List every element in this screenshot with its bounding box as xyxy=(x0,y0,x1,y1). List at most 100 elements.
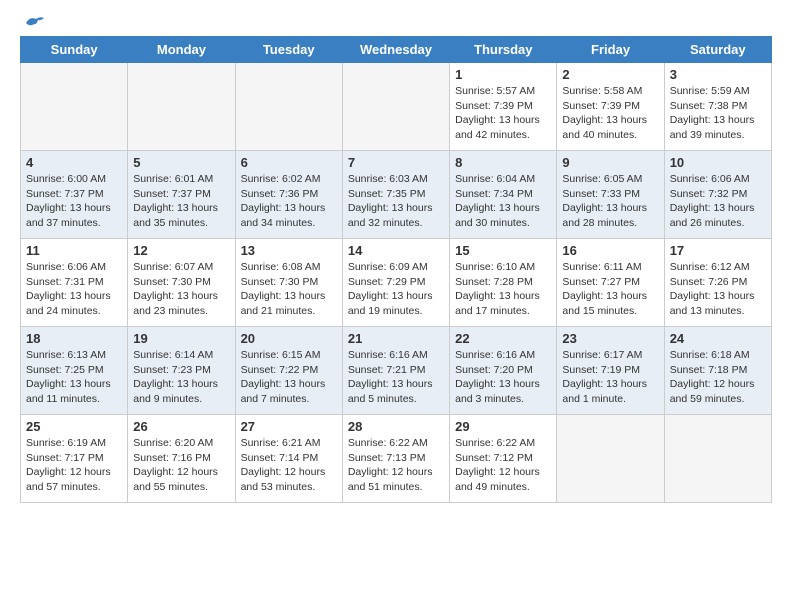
logo-bird-icon xyxy=(22,14,44,32)
calendar-week-row: 25 Sunrise: 6:19 AM Sunset: 7:17 PM Dayli… xyxy=(21,415,772,503)
calendar-cell: 12Sunrise: 6:07 AM Sunset: 7:30 PM Dayli… xyxy=(128,239,235,327)
day-info: Sunrise: 6:22 AM Sunset: 7:13 PM Dayligh… xyxy=(348,436,444,495)
day-info: Sunrise: 6:19 AM Sunset: 7:17 PM Dayligh… xyxy=(26,436,122,495)
calendar-cell: 23 Sunrise: 6:17 AM Sunset: 7:19 PM Dayli… xyxy=(557,327,664,415)
calendar-cell xyxy=(21,63,128,151)
day-info: Sunrise: 6:00 AM Sunset: 7:37 PM Dayligh… xyxy=(26,172,122,231)
day-info: Sunrise: 6:04 AM Sunset: 7:34 PM Dayligh… xyxy=(455,172,551,231)
calendar-cell: 10Sunrise: 6:06 AM Sunset: 7:32 PM Dayli… xyxy=(664,151,771,239)
day-number: 8 xyxy=(455,155,551,170)
day-info: Sunrise: 6:02 AM Sunset: 7:36 PM Dayligh… xyxy=(241,172,337,231)
day-number: 5 xyxy=(133,155,229,170)
day-info: Sunrise: 6:09 AM Sunset: 7:29 PM Dayligh… xyxy=(348,260,444,319)
day-number: 3 xyxy=(670,67,766,82)
day-number: 21 xyxy=(348,331,444,346)
day-number: 10 xyxy=(670,155,766,170)
day-header-thursday: Thursday xyxy=(450,37,557,63)
day-number: 29 xyxy=(455,419,551,434)
day-number: 24 xyxy=(670,331,766,346)
day-header-wednesday: Wednesday xyxy=(342,37,449,63)
day-header-monday: Monday xyxy=(128,37,235,63)
day-number: 15 xyxy=(455,243,551,258)
calendar-cell xyxy=(342,63,449,151)
day-info: Sunrise: 6:10 AM Sunset: 7:28 PM Dayligh… xyxy=(455,260,551,319)
calendar-cell xyxy=(235,63,342,151)
calendar-cell: 25 Sunrise: 6:19 AM Sunset: 7:17 PM Dayli… xyxy=(21,415,128,503)
day-number: 17 xyxy=(670,243,766,258)
day-info: Sunrise: 6:22 AM Sunset: 7:12 PM Dayligh… xyxy=(455,436,551,495)
day-info: Sunrise: 6:14 AM Sunset: 7:23 PM Dayligh… xyxy=(133,348,229,407)
calendar-cell: 14Sunrise: 6:09 AM Sunset: 7:29 PM Dayli… xyxy=(342,239,449,327)
day-number: 27 xyxy=(241,419,337,434)
day-info: Sunrise: 6:16 AM Sunset: 7:20 PM Dayligh… xyxy=(455,348,551,407)
calendar-cell xyxy=(128,63,235,151)
day-number: 11 xyxy=(26,243,122,258)
day-info: Sunrise: 5:58 AM Sunset: 7:39 PM Dayligh… xyxy=(562,84,658,143)
calendar-cell xyxy=(557,415,664,503)
day-info: Sunrise: 6:17 AM Sunset: 7:19 PM Dayligh… xyxy=(562,348,658,407)
day-info: Sunrise: 6:11 AM Sunset: 7:27 PM Dayligh… xyxy=(562,260,658,319)
calendar-cell: 8 Sunrise: 6:04 AM Sunset: 7:34 PM Daylig… xyxy=(450,151,557,239)
calendar-cell: 24 Sunrise: 6:18 AM Sunset: 7:18 PM Dayli… xyxy=(664,327,771,415)
day-number: 25 xyxy=(26,419,122,434)
calendar-cell: 26 Sunrise: 6:20 AM Sunset: 7:16 PM Dayli… xyxy=(128,415,235,503)
day-info: Sunrise: 6:06 AM Sunset: 7:31 PM Dayligh… xyxy=(26,260,122,319)
day-info: Sunrise: 6:15 AM Sunset: 7:22 PM Dayligh… xyxy=(241,348,337,407)
day-info: Sunrise: 6:20 AM Sunset: 7:16 PM Dayligh… xyxy=(133,436,229,495)
days-header-row: SundayMondayTuesdayWednesdayThursdayFrid… xyxy=(21,37,772,63)
day-info: Sunrise: 6:21 AM Sunset: 7:14 PM Dayligh… xyxy=(241,436,337,495)
day-number: 26 xyxy=(133,419,229,434)
day-info: Sunrise: 6:13 AM Sunset: 7:25 PM Dayligh… xyxy=(26,348,122,407)
calendar-cell: 18 Sunrise: 6:13 AM Sunset: 7:25 PM Dayli… xyxy=(21,327,128,415)
calendar-cell: 29 Sunrise: 6:22 AM Sunset: 7:12 PM Dayli… xyxy=(450,415,557,503)
calendar-cell: 4 Sunrise: 6:00 AM Sunset: 7:37 PM Daylig… xyxy=(21,151,128,239)
day-number: 16 xyxy=(562,243,658,258)
calendar-table: SundayMondayTuesdayWednesdayThursdayFrid… xyxy=(20,36,772,503)
page-header xyxy=(20,16,772,28)
day-number: 4 xyxy=(26,155,122,170)
calendar-cell: 3 Sunrise: 5:59 AM Sunset: 7:38 PM Daylig… xyxy=(664,63,771,151)
calendar-cell: 27 Sunrise: 6:21 AM Sunset: 7:14 PM Dayli… xyxy=(235,415,342,503)
day-info: Sunrise: 6:16 AM Sunset: 7:21 PM Dayligh… xyxy=(348,348,444,407)
day-header-saturday: Saturday xyxy=(664,37,771,63)
calendar-cell: 19 Sunrise: 6:14 AM Sunset: 7:23 PM Dayli… xyxy=(128,327,235,415)
calendar-week-row: 11 Sunrise: 6:06 AM Sunset: 7:31 PM Dayli… xyxy=(21,239,772,327)
calendar-cell: 17 Sunrise: 6:12 AM Sunset: 7:26 PM Dayli… xyxy=(664,239,771,327)
calendar-cell: 13 Sunrise: 6:08 AM Sunset: 7:30 PM Dayli… xyxy=(235,239,342,327)
day-info: Sunrise: 6:08 AM Sunset: 7:30 PM Dayligh… xyxy=(241,260,337,319)
day-number: 20 xyxy=(241,331,337,346)
day-number: 13 xyxy=(241,243,337,258)
day-number: 9 xyxy=(562,155,658,170)
calendar-cell: 15 Sunrise: 6:10 AM Sunset: 7:28 PM Dayli… xyxy=(450,239,557,327)
calendar-cell xyxy=(664,415,771,503)
calendar-cell: 21 Sunrise: 6:16 AM Sunset: 7:21 PM Dayli… xyxy=(342,327,449,415)
day-info: Sunrise: 6:05 AM Sunset: 7:33 PM Dayligh… xyxy=(562,172,658,231)
calendar-week-row: 4 Sunrise: 6:00 AM Sunset: 7:37 PM Daylig… xyxy=(21,151,772,239)
calendar-cell: 7 Sunrise: 6:03 AM Sunset: 7:35 PM Daylig… xyxy=(342,151,449,239)
day-info: Sunrise: 5:57 AM Sunset: 7:39 PM Dayligh… xyxy=(455,84,551,143)
day-info: Sunrise: 6:03 AM Sunset: 7:35 PM Dayligh… xyxy=(348,172,444,231)
calendar-cell: 9 Sunrise: 6:05 AM Sunset: 7:33 PM Daylig… xyxy=(557,151,664,239)
calendar-cell: 22 Sunrise: 6:16 AM Sunset: 7:20 PM Dayli… xyxy=(450,327,557,415)
calendar-cell: 1Sunrise: 5:57 AM Sunset: 7:39 PM Daylig… xyxy=(450,63,557,151)
day-number: 18 xyxy=(26,331,122,346)
calendar-week-row: 18 Sunrise: 6:13 AM Sunset: 7:25 PM Dayli… xyxy=(21,327,772,415)
calendar-cell: 6 Sunrise: 6:02 AM Sunset: 7:36 PM Daylig… xyxy=(235,151,342,239)
calendar-cell: 5Sunrise: 6:01 AM Sunset: 7:37 PM Daylig… xyxy=(128,151,235,239)
day-number: 23 xyxy=(562,331,658,346)
calendar-cell: 16 Sunrise: 6:11 AM Sunset: 7:27 PM Dayli… xyxy=(557,239,664,327)
day-info: Sunrise: 6:18 AM Sunset: 7:18 PM Dayligh… xyxy=(670,348,766,407)
day-number: 7 xyxy=(348,155,444,170)
day-number: 12 xyxy=(133,243,229,258)
calendar-cell: 2 Sunrise: 5:58 AM Sunset: 7:39 PM Daylig… xyxy=(557,63,664,151)
day-number: 19 xyxy=(133,331,229,346)
day-number: 28 xyxy=(348,419,444,434)
calendar-cell: 28 Sunrise: 6:22 AM Sunset: 7:13 PM Dayli… xyxy=(342,415,449,503)
day-number: 22 xyxy=(455,331,551,346)
day-info: Sunrise: 6:12 AM Sunset: 7:26 PM Dayligh… xyxy=(670,260,766,319)
day-info: Sunrise: 5:59 AM Sunset: 7:38 PM Dayligh… xyxy=(670,84,766,143)
day-number: 2 xyxy=(562,67,658,82)
day-header-sunday: Sunday xyxy=(21,37,128,63)
calendar-week-row: 1Sunrise: 5:57 AM Sunset: 7:39 PM Daylig… xyxy=(21,63,772,151)
day-number: 6 xyxy=(241,155,337,170)
